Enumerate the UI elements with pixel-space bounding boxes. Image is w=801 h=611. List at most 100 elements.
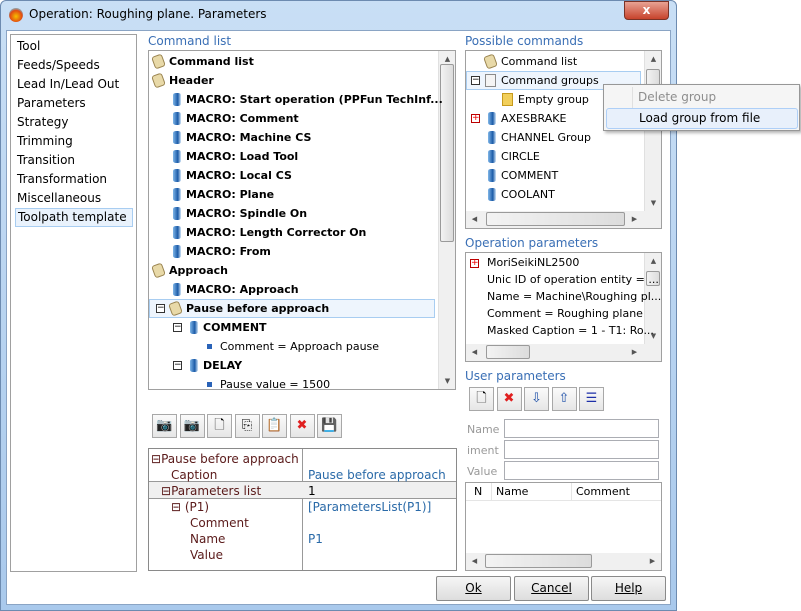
add-command-button[interactable]: 📷 — [152, 414, 177, 438]
tree-item[interactable]: Command groups — [501, 71, 599, 90]
tree-item[interactable]: Comment = Approach pause — [220, 337, 379, 356]
move-down-button[interactable]: ⇩ — [524, 387, 549, 411]
grid-name-value[interactable]: P1 — [308, 532, 323, 546]
operation-parameter-item[interactable]: Masked Caption = 1 - T1: Ro... — [487, 322, 654, 339]
scroll-right-icon[interactable]: ▶ — [644, 557, 661, 565]
tree-item[interactable]: Empty group — [518, 90, 589, 109]
sidebar-item-parameters[interactable]: Parameters — [15, 94, 133, 113]
tree-item[interactable]: MACRO: Local CS — [186, 166, 292, 185]
tree-item[interactable]: MACRO: Approach — [186, 280, 299, 299]
scroll-right-icon[interactable]: ▶ — [626, 215, 643, 223]
scroll-down-icon[interactable]: ▼ — [645, 199, 661, 207]
add-group-button[interactable]: 📷 — [179, 414, 205, 438]
operation-parameter-item[interactable]: Name = Machine\Roughing pl... — [487, 288, 661, 305]
sidebar-item-tool[interactable]: Tool — [15, 37, 133, 56]
title-bar[interactable]: Operation: Roughing plane. Parameters x — [0, 0, 677, 30]
expand-icon[interactable]: + — [470, 259, 479, 268]
tree-item[interactable]: Command list — [169, 52, 254, 71]
collapse-icon[interactable]: − — [173, 323, 182, 332]
scroll-thumb[interactable] — [486, 345, 530, 359]
list-button[interactable]: ☰ — [579, 387, 604, 411]
sidebar-item-trimming[interactable]: Trimming — [15, 132, 133, 151]
scroll-left-icon[interactable]: ◀ — [466, 348, 483, 356]
tree-item[interactable]: MACRO: Load Tool — [186, 147, 298, 166]
operation-parameters-tree[interactable]: ▲ ▼ ◀ ▶ + MoriSeikiNL2500 Unic ID of opera… — [465, 252, 662, 362]
property-grid[interactable]: ⊟Pause before approach Caption Pause bef… — [148, 448, 457, 571]
tree-item[interactable]: Approach — [169, 261, 228, 280]
horizontal-scrollbar[interactable]: ◀ ▶ — [466, 553, 661, 570]
grid-root[interactable]: ⊟Pause before approach — [151, 452, 299, 466]
operation-parameter-item[interactable]: Unic ID of operation entity = ... — [487, 271, 659, 288]
sidebar-item-strategy[interactable]: Strategy — [15, 113, 133, 132]
close-button[interactable]: x — [624, 1, 669, 20]
collapse-icon[interactable]: − — [156, 304, 165, 313]
vertical-scrollbar[interactable]: ▲ ▼ — [644, 51, 661, 211]
sidebar-item-transformation[interactable]: Transformation — [15, 170, 133, 189]
paste-button[interactable]: 📋 — [262, 414, 287, 438]
sidebar-item-transition[interactable]: Transition — [15, 151, 133, 170]
save-button[interactable]: 💾 — [317, 414, 342, 438]
menu-item-delete-group[interactable]: Delete group — [606, 87, 798, 108]
scroll-left-icon[interactable]: ◀ — [466, 557, 483, 565]
tree-item[interactable]: MACRO: Start operation (PPFun TechInf... — [186, 90, 443, 109]
scroll-thumb[interactable] — [485, 554, 592, 568]
expand-icon[interactable]: + — [471, 114, 480, 123]
scroll-up-icon[interactable]: ▲ — [439, 55, 455, 63]
column-header-n[interactable]: N — [474, 483, 482, 500]
tree-item[interactable]: Pause before approach — [186, 299, 329, 318]
tree-item[interactable]: Header — [169, 71, 214, 90]
help-button[interactable]: Help — [591, 576, 666, 601]
sidebar-item-feeds-speeds[interactable]: Feeds/Speeds — [15, 56, 133, 75]
tree-item[interactable]: CIRCLE — [501, 147, 540, 166]
menu-item-load-group-from-file[interactable]: Load group from file — [606, 108, 798, 129]
tree-item[interactable]: COMMENT — [501, 166, 558, 185]
tree-item[interactable]: MACRO: Plane — [186, 185, 274, 204]
delete-param-button[interactable]: ✖ — [496, 387, 522, 411]
collapse-icon[interactable]: − — [471, 76, 480, 85]
tree-item[interactable]: MACRO: Length Corrector On — [186, 223, 366, 242]
horizontal-scrollbar[interactable]: ◀ ▶ — [466, 211, 661, 228]
copy-button[interactable]: ⎘ — [234, 414, 260, 438]
delete-button[interactable]: ✖ — [289, 414, 315, 438]
tree-item[interactable]: MACRO: From — [186, 242, 271, 261]
tree-item[interactable]: MACRO: Machine CS — [186, 128, 311, 147]
grid-p1-value[interactable]: [ParametersList(P1)] — [308, 500, 431, 514]
move-up-button[interactable]: ⇧ — [551, 387, 577, 411]
cancel-button[interactable]: Cancel — [514, 576, 589, 601]
new-param-button[interactable]: 🗋 — [469, 387, 494, 411]
tree-item[interactable]: COMMENT — [203, 318, 267, 337]
scroll-down-icon[interactable]: ▼ — [439, 377, 455, 385]
column-header-name[interactable]: Name — [496, 483, 528, 500]
collapse-icon[interactable]: − — [173, 361, 182, 370]
new-button[interactable]: 🗋 — [207, 414, 232, 438]
scroll-up-icon[interactable]: ▲ — [645, 257, 661, 265]
column-header-comment[interactable]: Comment — [576, 483, 630, 500]
tree-item[interactable]: MACRO: Comment — [186, 109, 299, 128]
name-input[interactable] — [504, 419, 659, 438]
tree-item[interactable]: Command list — [501, 52, 577, 71]
scroll-thumb[interactable] — [486, 212, 625, 226]
comment-input[interactable] — [504, 440, 659, 459]
tree-item[interactable]: Pause value = 1500 — [220, 375, 330, 389]
grid-p1-key[interactable]: ⊟ (P1) — [171, 500, 209, 514]
command-list-tree[interactable]: ▲ ▼ Command list − HeaderMACRO: Start oper… — [148, 50, 456, 390]
scroll-left-icon[interactable]: ◀ — [466, 215, 483, 223]
ok-button[interactable]: Ok — [436, 576, 511, 601]
grid-params-value[interactable]: 1 — [308, 484, 316, 498]
user-parameters-table[interactable]: N Name Comment ◀ ▶ — [465, 482, 662, 571]
scroll-right-icon[interactable]: ▶ — [626, 348, 643, 356]
tree-item[interactable]: CHANNEL Group — [501, 128, 591, 147]
tree-item[interactable]: DELAY — [203, 356, 242, 375]
tree-item[interactable]: MACRO: Spindle On — [186, 204, 307, 223]
operation-parameter-item[interactable]: MoriSeikiNL2500 — [487, 254, 579, 271]
value-input[interactable] — [504, 461, 659, 480]
tree-item[interactable]: AXESBRAKE — [501, 109, 566, 128]
horizontal-scrollbar[interactable]: ◀ ▶ — [466, 344, 661, 361]
possible-commands-tree[interactable]: ▲ ▼ ◀ ▶ Command list − Command groups Empty… — [465, 50, 662, 229]
sidebar-item-miscellaneous[interactable]: Miscellaneous — [15, 189, 133, 208]
operation-parameter-item[interactable]: Comment = Roughing plane — [487, 305, 643, 322]
sidebar-item-toolpath-template[interactable]: Toolpath template — [15, 208, 133, 227]
grid-params-key[interactable]: ⊟Parameters list — [161, 484, 261, 498]
scroll-up-icon[interactable]: ▲ — [645, 55, 661, 63]
grid-caption-value[interactable]: Pause before approach — [308, 468, 446, 482]
